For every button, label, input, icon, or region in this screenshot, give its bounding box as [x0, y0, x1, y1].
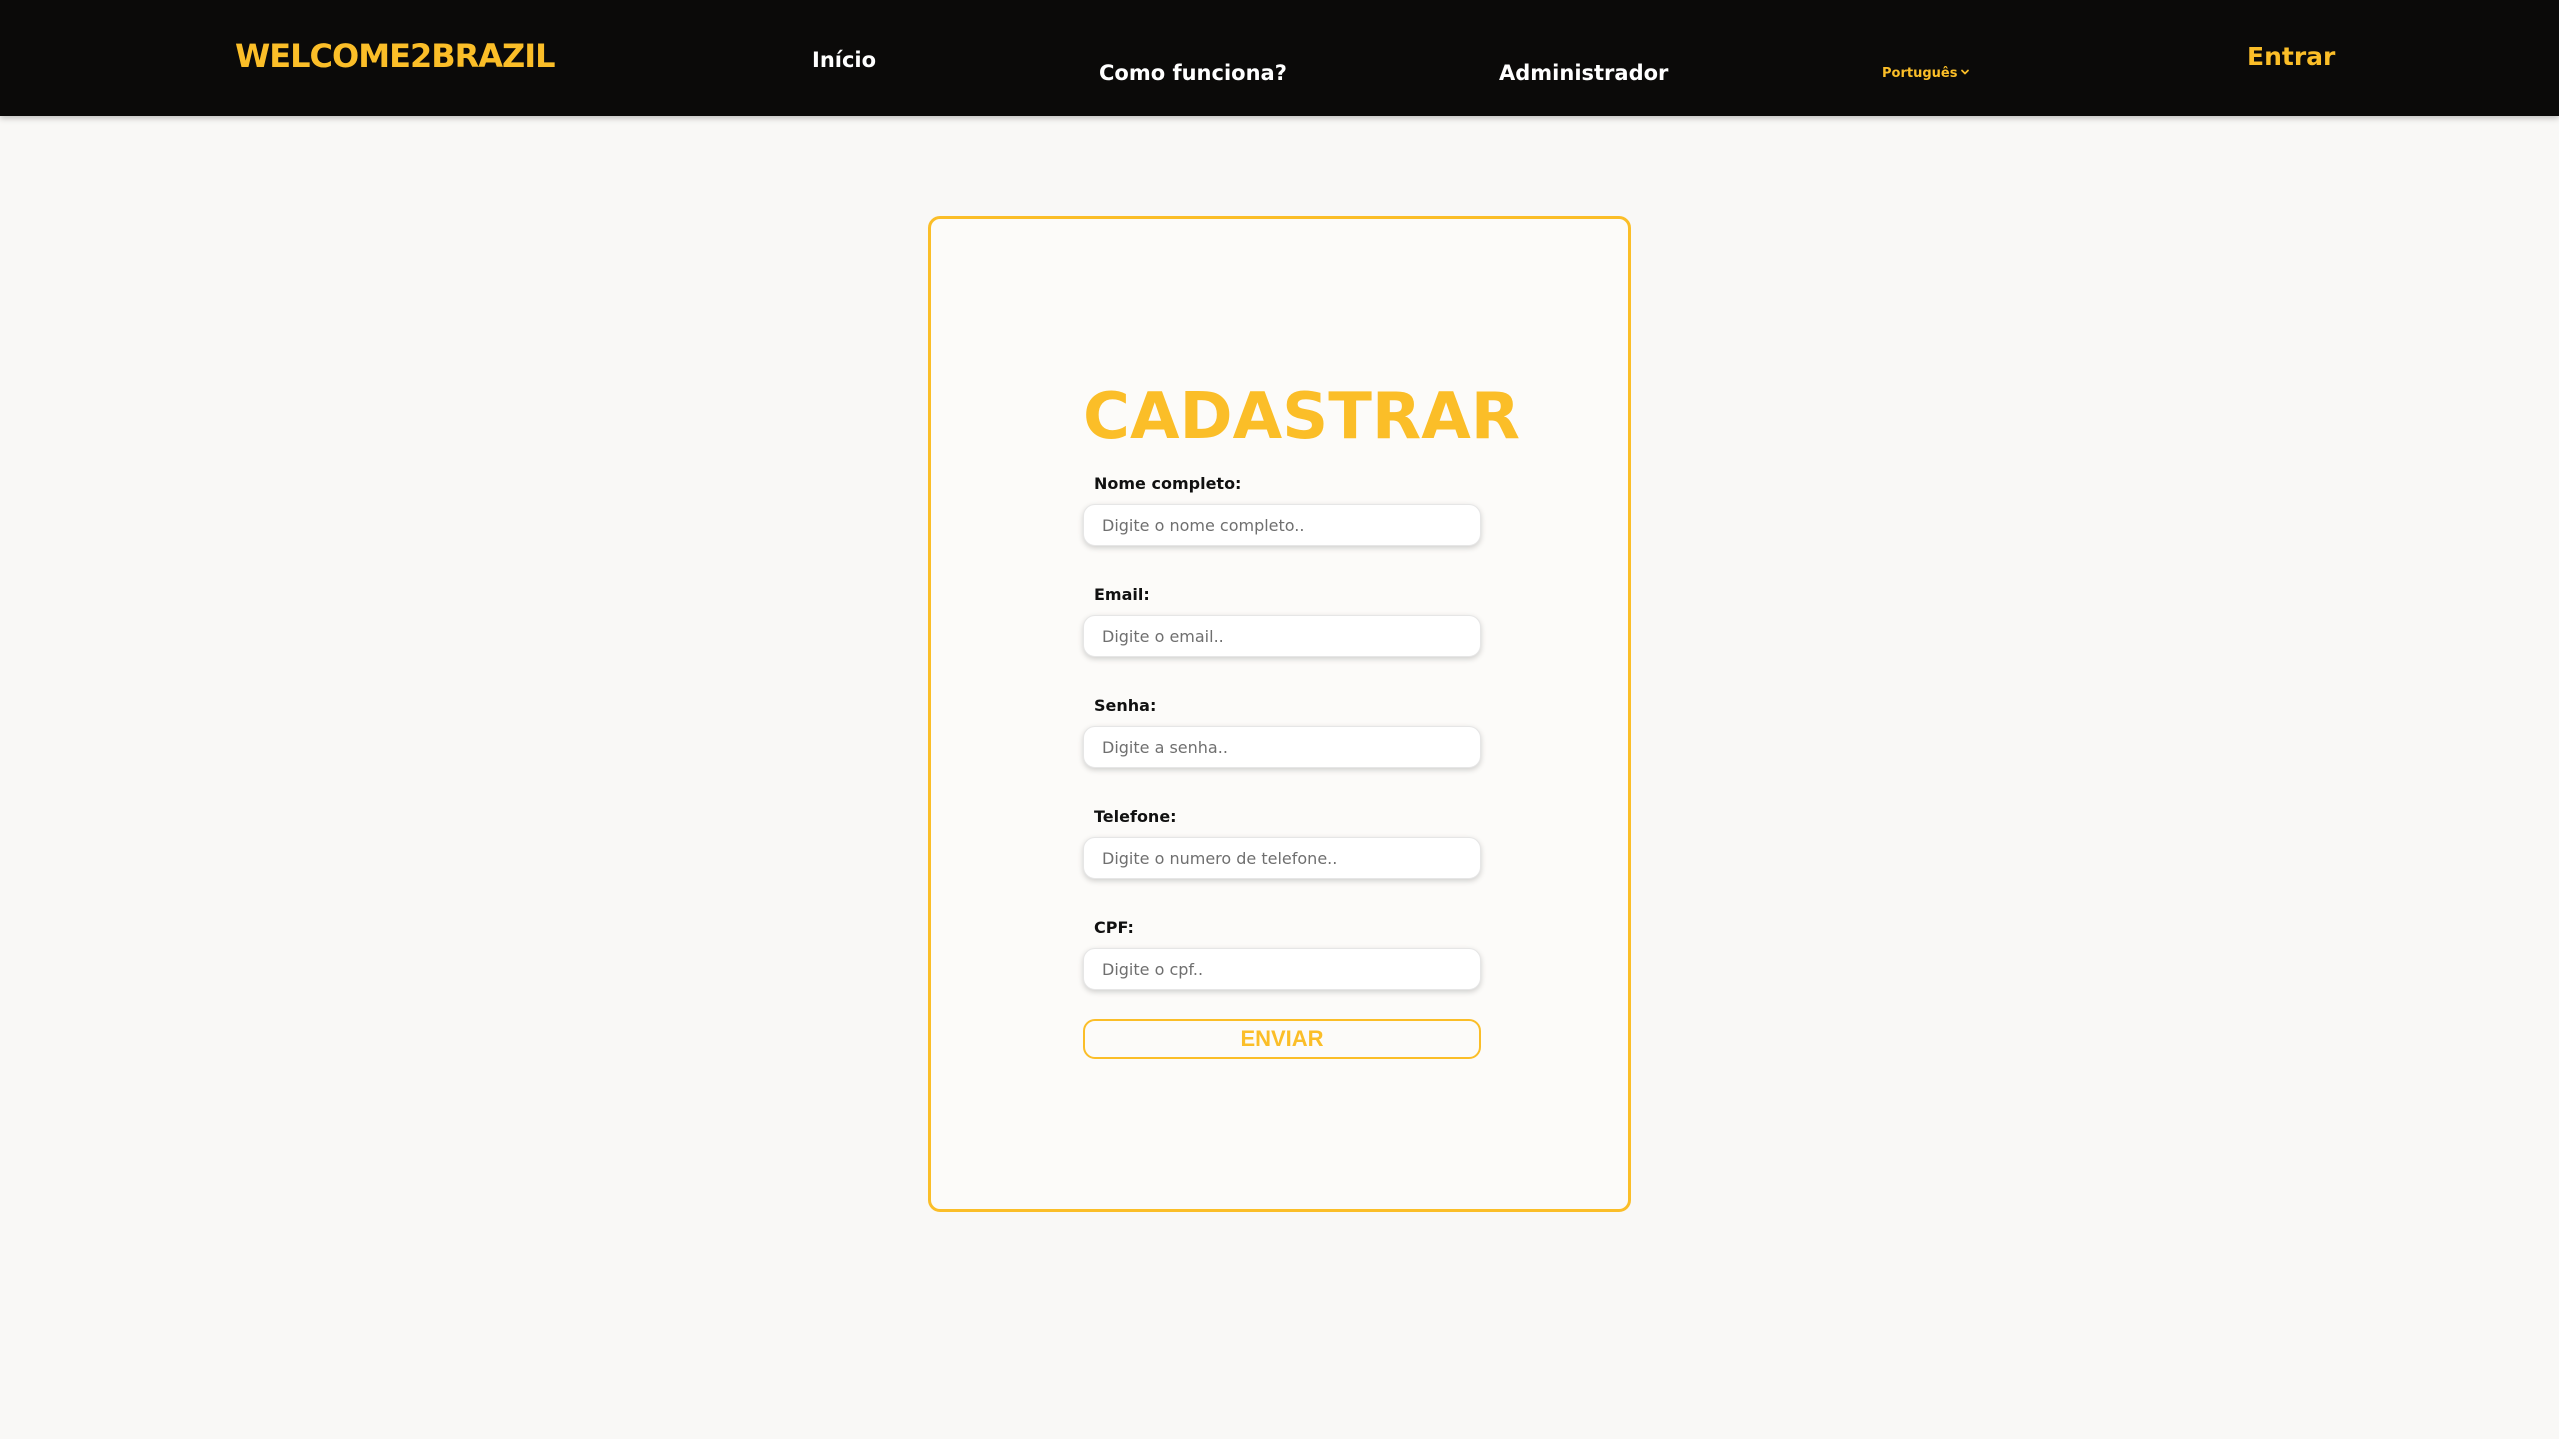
full-name-input[interactable]	[1083, 504, 1481, 546]
login-link[interactable]: Entrar	[2247, 42, 2335, 71]
email-label: Email:	[1094, 585, 1150, 604]
register-card	[928, 216, 1631, 1212]
brand-logo[interactable]: WELCOME2BRAZIL	[235, 37, 555, 75]
chevron-down-icon	[1960, 66, 1970, 81]
submit-button[interactable]: ENVIAR	[1083, 1019, 1481, 1059]
top-navbar: WELCOME2BRAZIL Início Como funciona? Adm…	[0, 0, 2559, 116]
nav-link-inicio[interactable]: Início	[812, 48, 876, 72]
language-selector[interactable]: Português	[1882, 66, 1970, 81]
cpf-label: CPF:	[1094, 918, 1134, 937]
nav-link-como-funciona[interactable]: Como funciona?	[1099, 61, 1287, 85]
form-title: CADASTRAR	[1083, 380, 1520, 454]
password-input[interactable]	[1083, 726, 1481, 768]
full-name-label: Nome completo:	[1094, 474, 1242, 493]
cpf-input[interactable]	[1083, 948, 1481, 990]
phone-label: Telefone:	[1094, 807, 1177, 826]
email-input[interactable]	[1083, 615, 1481, 657]
password-label: Senha:	[1094, 696, 1157, 715]
language-label: Português	[1882, 66, 1958, 81]
phone-input[interactable]	[1083, 837, 1481, 879]
nav-link-administrador[interactable]: Administrador	[1499, 61, 1668, 85]
